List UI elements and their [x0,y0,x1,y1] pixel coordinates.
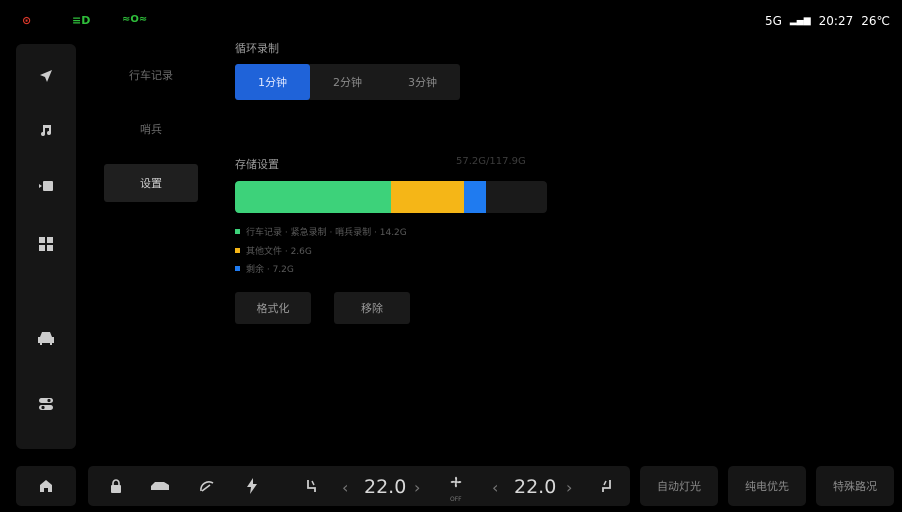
wiper-icon [200,481,214,492]
right-temp-decrease[interactable]: ‹ [492,478,498,497]
special-road-button[interactable]: 特殊路况 [816,466,894,506]
left-temp-value: 22.0 [364,476,407,498]
storage-segment-blue [464,181,487,213]
sidebar-item-music[interactable] [16,110,76,150]
car-icon [38,332,54,345]
home-icon [40,480,52,492]
subnav-dashcam[interactable]: 行车记录 [104,56,198,94]
network-label: 5G [764,14,782,28]
camera-icon [39,181,53,191]
ev-priority-button[interactable]: 纯电优先 [728,466,806,506]
sidebar-item-navigation[interactable] [16,56,76,96]
sidebar-item-toggles[interactable] [16,384,76,424]
legend-other-text: 其他文件 · 2.6G [246,247,312,257]
loop-1min-button[interactable]: 1分钟 [235,64,310,100]
passenger-seat-button[interactable] [594,474,618,498]
trunk-button[interactable] [148,474,172,498]
legend-other: 其他文件 · 2.6G [235,244,312,257]
subnav-sentry[interactable]: 哨兵 [104,110,198,148]
storage-label: 存储设置 [235,158,279,171]
storage-summary: 57.2G/117.9G [456,156,526,167]
lightning-icon [247,478,257,494]
home-button[interactable] [34,474,58,498]
charging-button[interactable] [240,474,264,498]
storage-segment-green [235,181,391,213]
navigation-icon [40,70,52,82]
sidebar-item-apps[interactable] [16,224,76,264]
legend-recordings-text: 行车记录 · 紧急录制 · 哨兵录制 · 14.2G [246,228,407,238]
sidebar-item-camera[interactable] [16,166,76,206]
apps-grid-icon [39,237,53,251]
loop-2min-button[interactable]: 2分钟 [310,64,385,100]
legend-dot-yellow [235,248,240,253]
loop-3min-button[interactable]: 3分钟 [385,64,460,100]
right-temp-value: 22.0 [514,476,557,498]
legend-dot-blue [235,266,240,271]
legend-recordings: 行车记录 · 紧急录制 · 哨兵录制 · 14.2G [235,225,407,238]
signal-icon: ▂▄▆ [789,16,811,26]
legend-dot-green [235,229,240,234]
seat-heat-icon [307,480,316,492]
fan-status: OFF [450,496,462,503]
legend-free: 剩余 · 7.2G [235,262,294,275]
left-temp-increase[interactable]: › [414,478,420,497]
storage-segment-yellow [391,181,465,213]
right-temp-increase[interactable]: › [566,478,572,497]
subnav-settings[interactable]: 设置 [104,164,198,202]
clock: 20:27 [818,14,854,28]
left-temperature: 22.0 [364,476,406,498]
sidebar-item-vehicle[interactable] [16,318,76,358]
position-light-icon: ≈O≈ [122,14,148,25]
music-icon [41,125,51,136]
lock-icon [111,479,121,493]
storage-usage-bar [235,181,547,213]
fan-icon [450,476,462,488]
seat-heat-right-icon [602,480,611,492]
right-temperature: 22.0 [514,476,556,498]
fan-button[interactable] [444,470,468,494]
toggle-settings-icon [39,398,53,410]
left-temp-decrease[interactable]: ‹ [342,478,348,497]
low-beam-icon: ≡D [72,14,91,27]
lock-button[interactable] [104,474,128,498]
loop-duration-selector: 1分钟 2分钟 3分钟 [235,64,460,100]
auto-light-button[interactable]: 自动灯光 [640,466,718,506]
warning-circle-icon: ⊙ [22,14,32,27]
status-right: 5G ▂▄▆ 20:27 26℃ [765,14,890,28]
driver-seat-button[interactable] [300,474,324,498]
wiper-button[interactable] [195,474,219,498]
outside-temperature: 26℃ [861,14,890,28]
format-button[interactable]: 格式化 [235,292,311,324]
loop-recording-label: 循环录制 [235,42,279,55]
remove-button[interactable]: 移除 [334,292,410,324]
car-trunk-icon [151,482,169,490]
legend-free-text: 剩余 · 7.2G [246,265,294,275]
